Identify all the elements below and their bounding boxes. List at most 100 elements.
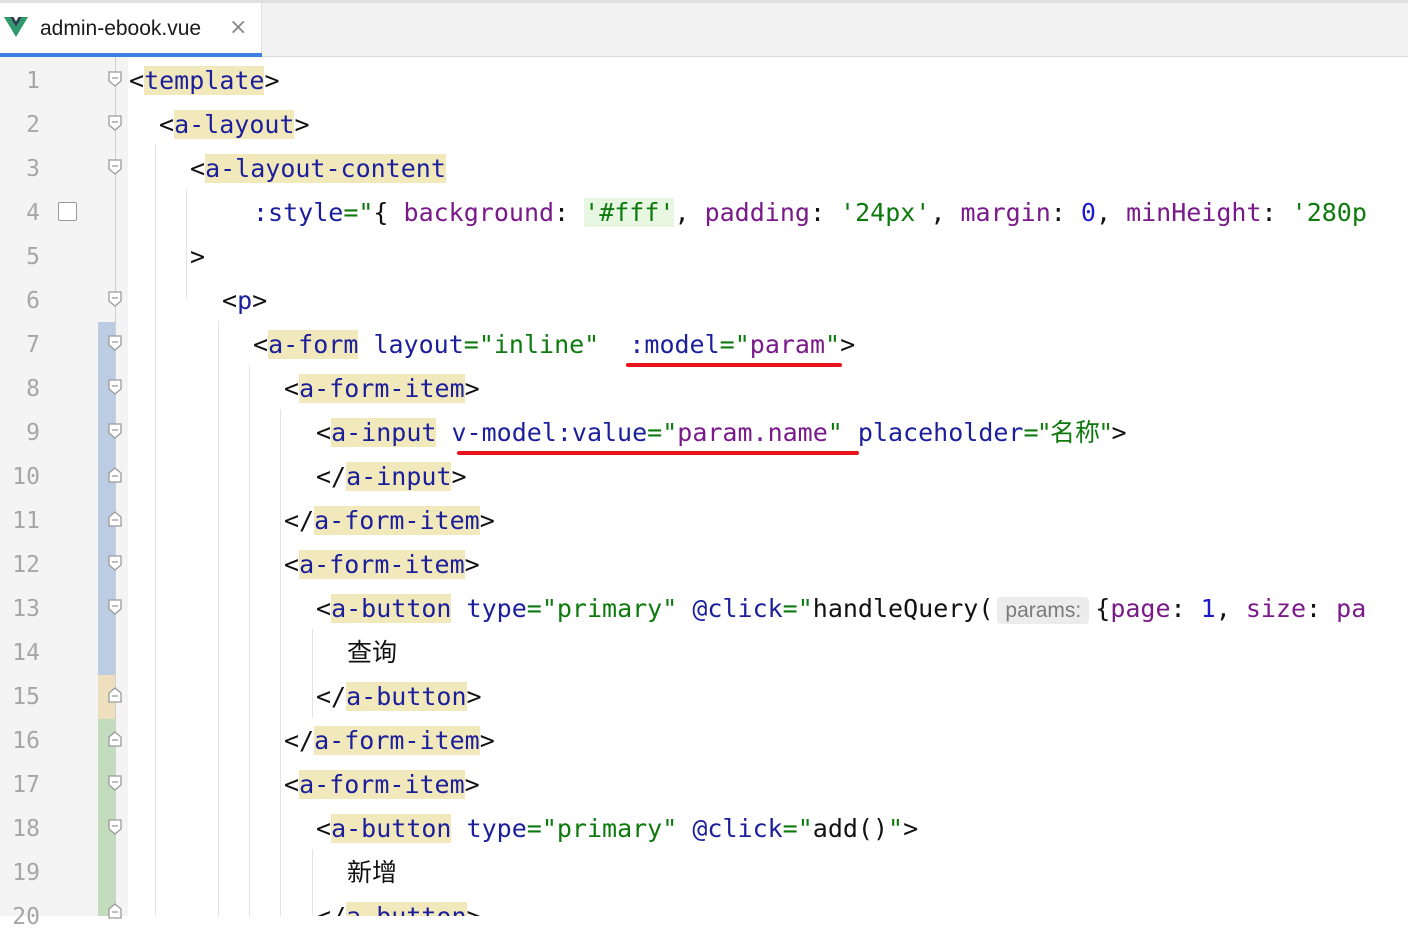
fold-expanded-icon[interactable]	[108, 379, 122, 395]
code-line-5[interactable]: >	[190, 235, 205, 279]
line-number[interactable]: 10	[0, 455, 40, 499]
bracket: >	[464, 374, 480, 403]
attribute-value: "primary"	[541, 594, 678, 623]
attribute-name: type	[466, 594, 527, 623]
bracket: >	[190, 242, 206, 271]
fold-expanded-icon[interactable]	[108, 555, 122, 571]
code-line-6[interactable]: <p>	[222, 279, 267, 323]
line-number[interactable]: 3	[0, 147, 40, 191]
bracket: </	[316, 462, 347, 491]
code-editor[interactable]: <template> <a-layout> <a-layout-content …	[128, 57, 1408, 916]
line-number[interactable]: 16	[0, 719, 40, 763]
tag-name: a-layout-content	[205, 154, 446, 183]
code-line-16[interactable]: </a-form-item>	[284, 719, 495, 763]
fold-expanded-icon[interactable]	[108, 599, 122, 615]
code-line-7[interactable]: <a-form layout="inline" :model="param">	[253, 323, 855, 367]
attribute-value: "inline"	[478, 330, 600, 359]
bracket: >	[451, 462, 467, 491]
code-line-10[interactable]: </a-input>	[316, 455, 467, 499]
line-number[interactable]: 17	[0, 763, 40, 807]
editor-tab-bar: admin-ebook.vue ×	[0, 0, 1408, 57]
line-number[interactable]: 19	[0, 851, 40, 895]
line-number[interactable]: 15	[0, 675, 40, 719]
line-number[interactable]: 14	[0, 631, 40, 675]
indent-guide	[249, 365, 250, 916]
tag-name: a-form	[268, 330, 359, 359]
line-number[interactable]: 11	[0, 499, 40, 543]
fold-expanded-icon[interactable]	[108, 115, 122, 131]
fold-end-icon[interactable]	[108, 511, 122, 527]
object-key: padding	[704, 198, 810, 227]
object-key: minHeight	[1126, 198, 1262, 227]
tag-name: template	[144, 66, 265, 95]
code-line-9[interactable]: <a-input v-model:value="param.name" plac…	[316, 411, 1127, 455]
tag-name: a-form-item	[299, 550, 465, 579]
button-text: 新增	[347, 858, 398, 887]
tag-name: a-button	[346, 682, 467, 711]
close-icon[interactable]: ×	[229, 15, 247, 40]
line-number[interactable]: 9	[0, 411, 40, 455]
tag-name: a-input	[346, 462, 452, 491]
string-value: '24px'	[840, 198, 931, 227]
code-line-8[interactable]: <a-form-item>	[284, 367, 480, 411]
bracket: </	[284, 506, 315, 535]
code-line-15[interactable]: </a-button>	[316, 675, 482, 719]
code-line-14[interactable]: 查询	[347, 631, 397, 675]
line-number[interactable]: 4	[0, 191, 40, 235]
line-number[interactable]: 12	[0, 543, 40, 587]
code-line-19[interactable]: 新增	[347, 851, 397, 895]
annotation-underline-model	[626, 363, 842, 367]
code-line-2[interactable]: <a-layout>	[159, 103, 310, 147]
code-line-18[interactable]: <a-button type="primary" @click="add()">	[316, 807, 918, 851]
fold-expanded-icon[interactable]	[108, 775, 122, 791]
line-number[interactable]: 8	[0, 367, 40, 411]
code-line-1[interactable]: <template>	[129, 59, 280, 103]
line-number[interactable]: 7	[0, 323, 40, 367]
attribute-name: @click	[692, 814, 783, 843]
fold-end-icon[interactable]	[108, 467, 122, 483]
placeholder-value: "名称"	[1038, 418, 1112, 447]
line-number[interactable]: 1	[0, 59, 40, 103]
bracket: >	[479, 726, 495, 755]
bracket: <	[284, 550, 300, 579]
line-number[interactable]: 2	[0, 103, 40, 147]
line-number[interactable]: 6	[0, 279, 40, 323]
attribute-name: layout	[373, 330, 464, 359]
fold-expanded-icon[interactable]	[108, 423, 122, 439]
line-number[interactable]: 18	[0, 807, 40, 851]
colon: :	[1261, 198, 1292, 227]
line-number[interactable]: 13	[0, 587, 40, 631]
line-number[interactable]: 20	[0, 895, 40, 939]
code-line-20[interactable]: </a-button>	[316, 895, 482, 916]
fold-expanded-icon[interactable]	[108, 291, 122, 307]
fold-end-icon[interactable]	[108, 687, 122, 703]
code-line-13[interactable]: <a-button type="primary" @click="handleQ…	[316, 587, 1366, 631]
vcs-modified-marker[interactable]	[98, 322, 115, 675]
tag-name: a-layout	[174, 110, 295, 139]
fold-expanded-icon[interactable]	[108, 159, 122, 175]
fold-expanded-icon[interactable]	[108, 335, 122, 351]
code-line-17[interactable]: <a-form-item>	[284, 763, 480, 807]
tag-name: a-form-item	[314, 726, 480, 755]
breakpoint-checkbox[interactable]	[58, 202, 77, 221]
fold-end-icon[interactable]	[108, 731, 122, 747]
string-value: '280p	[1291, 198, 1367, 227]
vcs-added-marker[interactable]	[98, 719, 115, 916]
fold-end-icon[interactable]	[108, 903, 122, 919]
tab-admin-ebook-vue[interactable]: admin-ebook.vue ×	[0, 3, 262, 57]
colon: :	[1050, 198, 1081, 227]
fold-expanded-icon[interactable]	[108, 71, 122, 87]
quote: "	[734, 330, 750, 359]
fold-expanded-icon[interactable]	[108, 819, 122, 835]
bracket: <	[284, 770, 300, 799]
code-line-3[interactable]: <a-layout-content	[190, 147, 446, 191]
bracket: >	[466, 682, 482, 711]
code-line-11[interactable]: </a-form-item>	[284, 499, 495, 543]
line-number[interactable]: 5	[0, 235, 40, 279]
tag-name: p	[237, 286, 253, 315]
bracket: >	[467, 902, 482, 916]
code-line-12[interactable]: <a-form-item>	[284, 543, 480, 587]
code-line-4[interactable]: :style="{ background: '#fff', padding: '…	[253, 191, 1367, 235]
bracket: <	[284, 374, 300, 403]
function-call: handleQuery(	[812, 594, 994, 623]
